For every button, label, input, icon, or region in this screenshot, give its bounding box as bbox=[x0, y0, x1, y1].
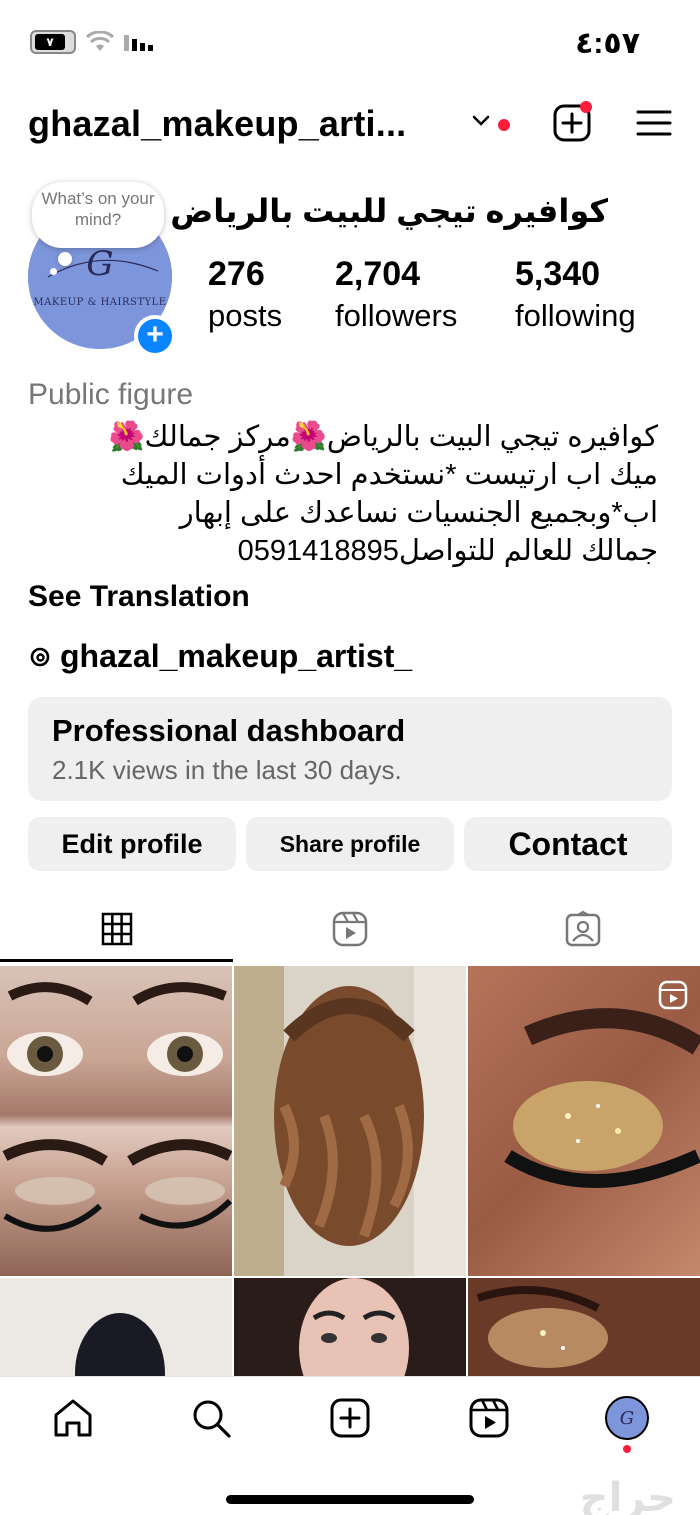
search-icon bbox=[193, 1400, 231, 1438]
post-thumbnail-eye-closeup[interactable] bbox=[468, 1278, 700, 1376]
threads-handle: ghazal_makeup_artist_ bbox=[60, 638, 413, 674]
note-bubble-tail bbox=[58, 252, 72, 266]
followers-label: followers bbox=[335, 298, 458, 333]
following-label: following bbox=[515, 298, 636, 333]
profile-category: Public figure bbox=[28, 378, 194, 411]
edit-profile-button[interactable]: Edit profile bbox=[28, 817, 236, 871]
watermark: حراج bbox=[579, 1476, 676, 1515]
post-thumbnail-hair-bun[interactable] bbox=[0, 1278, 232, 1376]
following-count: 5,340 bbox=[515, 255, 601, 293]
wifi-icon bbox=[86, 31, 114, 51]
posts-label: posts bbox=[208, 298, 283, 333]
threads-profile-link[interactable]: ghazal_makeup_artist_ bbox=[28, 638, 412, 675]
stat-posts[interactable]: 276 posts bbox=[208, 252, 282, 336]
profile-bio: كوافيره تيجي البيت بالرياض🌺مركز جمالك🌺 م… bbox=[28, 418, 658, 570]
home-indicator[interactable] bbox=[226, 1495, 474, 1504]
stat-following[interactable]: 5,340 following bbox=[515, 252, 636, 336]
reel-indicator-icon bbox=[658, 980, 688, 1010]
profile-avatar-small: G bbox=[605, 1396, 649, 1440]
add-story-button[interactable]: + bbox=[134, 315, 176, 357]
nav-home-button[interactable] bbox=[50, 1395, 96, 1441]
tab-tagged[interactable] bbox=[466, 895, 699, 963]
hamburger-icon bbox=[636, 110, 672, 136]
tagged-icon bbox=[565, 910, 600, 947]
profile-tabs bbox=[0, 895, 700, 963]
create-post-button[interactable] bbox=[550, 101, 594, 145]
posts-grid bbox=[0, 966, 700, 1376]
dashboard-title: Professional dashboard bbox=[52, 713, 406, 748]
create-notification-dot bbox=[580, 101, 592, 113]
status-bar: ٧ ٤:٥٧ bbox=[0, 0, 700, 86]
post-thumbnail-hairstyle[interactable] bbox=[234, 966, 466, 1276]
tab-posts-grid[interactable] bbox=[0, 895, 233, 963]
display-name: كوافيره تيجي للبيت بالرياض bbox=[170, 193, 608, 229]
dashboard-subtitle: 2.1K views in the last 30 days. bbox=[52, 755, 402, 785]
eye-makeup-image bbox=[2, 982, 232, 1232]
reels-icon bbox=[469, 1398, 509, 1438]
threads-icon bbox=[30, 647, 50, 666]
bio-line: ميك اب ارتيست *نستخدم احدث أدوات الميك bbox=[120, 459, 658, 491]
tab-reels[interactable] bbox=[233, 895, 466, 963]
grid-icon bbox=[101, 912, 132, 946]
nav-create-button[interactable] bbox=[327, 1395, 373, 1441]
bio-line: كوافيره تيجي البيت بالرياض🌺مركز جمالك🌺 bbox=[108, 421, 658, 453]
avatar-text: MAKEUP & HAIRSTYLE bbox=[33, 297, 167, 308]
post-thumbnail-glitter-eye[interactable] bbox=[468, 966, 700, 1276]
professional-dashboard[interactable]: Professional dashboard 2.1K views in the… bbox=[28, 697, 672, 801]
battery-level: ٧ bbox=[35, 34, 65, 50]
contact-button[interactable]: Contact bbox=[464, 817, 672, 871]
svg-text:G: G bbox=[86, 244, 113, 284]
bottom-navigation: G حراج bbox=[0, 1376, 700, 1515]
face-makeup-image bbox=[299, 1278, 409, 1376]
eye-closeup-image bbox=[476, 1286, 608, 1368]
post-thumbnail-face[interactable] bbox=[234, 1278, 466, 1376]
chevron-down-icon[interactable] bbox=[470, 109, 492, 131]
see-translation-link[interactable]: See Translation bbox=[28, 580, 250, 614]
reels-icon bbox=[332, 911, 367, 947]
battery-icon: ٧ bbox=[30, 30, 76, 54]
glitter-eye-image bbox=[504, 1008, 700, 1188]
menu-button[interactable] bbox=[632, 101, 676, 145]
posts-count: 276 bbox=[208, 255, 265, 293]
stat-followers[interactable]: 2,704 followers bbox=[335, 252, 457, 336]
signal-icon bbox=[124, 35, 153, 51]
hair-bun-image bbox=[75, 1313, 165, 1376]
hairstyle-image bbox=[234, 966, 466, 1276]
status-time: ٤:٥٧ bbox=[575, 27, 640, 60]
account-switcher-username[interactable]: ghazal_makeup_arti... bbox=[28, 103, 406, 145]
notification-dot bbox=[498, 119, 510, 131]
note-bubble[interactable]: What’s on your mind? bbox=[32, 182, 164, 248]
bio-line: اب*وبجميع الجنسيات نساعدك على إبهار bbox=[179, 497, 658, 529]
create-icon bbox=[330, 1398, 370, 1438]
nav-search-button[interactable] bbox=[188, 1395, 234, 1441]
post-thumbnail-eyes-1[interactable] bbox=[0, 966, 232, 1276]
status-icons: ٧ bbox=[30, 30, 156, 54]
profile-notification-dot bbox=[623, 1445, 631, 1453]
share-profile-button[interactable]: Share profile bbox=[246, 817, 454, 871]
followers-count: 2,704 bbox=[335, 255, 421, 293]
note-bubble-tail-small bbox=[50, 268, 57, 275]
nav-reels-button[interactable] bbox=[466, 1395, 512, 1441]
home-icon bbox=[54, 1399, 92, 1437]
active-tab-indicator bbox=[0, 959, 233, 962]
bio-line[interactable]: جمالك للعالم للتواصل0591418895 bbox=[28, 532, 658, 570]
profile-header: ghazal_makeup_arti... bbox=[0, 95, 700, 155]
nav-profile-button[interactable]: G bbox=[604, 1395, 650, 1441]
